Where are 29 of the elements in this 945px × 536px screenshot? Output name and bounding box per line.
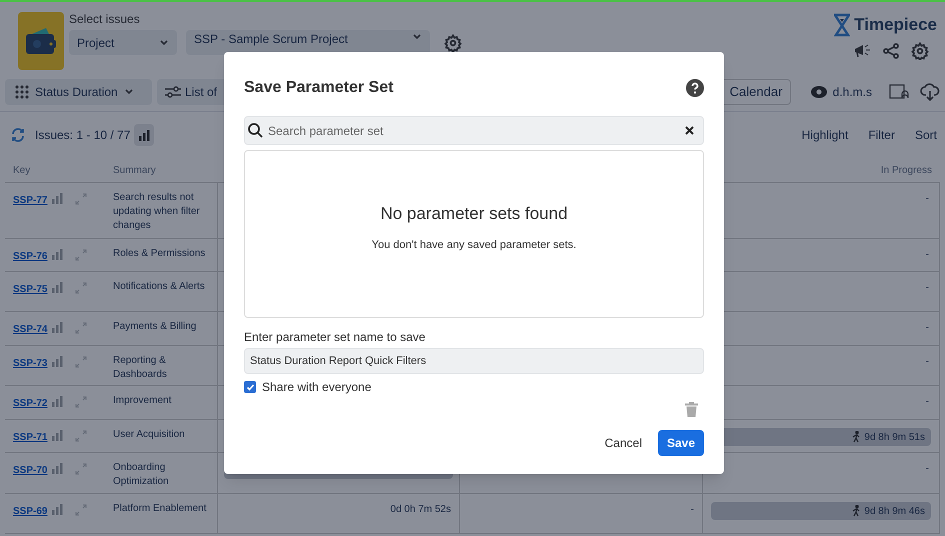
issue-summary: Onboarding Optimization (113, 462, 169, 487)
duration-bar: 9d 8h 9m 46s (711, 502, 931, 520)
issue-count: Issues: 1 - 10 / 77 (35, 127, 130, 144)
name-label: Enter parameter set name to save (244, 330, 426, 344)
duration-text: - (926, 193, 929, 204)
issue-summary: Search results not updating when filter changes (113, 192, 200, 231)
duration-text: 0d 0h 7m 52s (390, 504, 451, 515)
dialog-title: Save Parameter Set (244, 78, 394, 98)
issue-summary: User Acquisition (113, 429, 185, 440)
issue-summary: Improvement (113, 395, 172, 406)
column-header: Summary (113, 164, 156, 178)
duration-text: - (926, 282, 929, 293)
duration-text: - (926, 396, 929, 407)
duration-text: - (690, 504, 694, 515)
duration-text: - (926, 322, 929, 333)
issue-summary: Platform Enablement (113, 503, 206, 514)
issue-summary: Payments & Billing (113, 321, 196, 332)
issue-summary: Roles & Permissions (113, 248, 206, 259)
duration-text: - (926, 356, 929, 367)
brand-name: Timepiece (854, 14, 937, 36)
issue-summary: Notifications & Alerts (113, 281, 205, 292)
empty-title: No parameter sets found (380, 203, 568, 225)
duration-text: - (926, 249, 929, 260)
column-header: Key (13, 164, 30, 178)
select-label: Select issues (69, 11, 141, 28)
empty-message: You don't have any saved parameter sets. (372, 238, 576, 252)
issue-summary: Reporting & Dashboards (113, 355, 167, 380)
column-header: In Progress (880, 164, 932, 178)
duration-text: - (926, 463, 929, 474)
